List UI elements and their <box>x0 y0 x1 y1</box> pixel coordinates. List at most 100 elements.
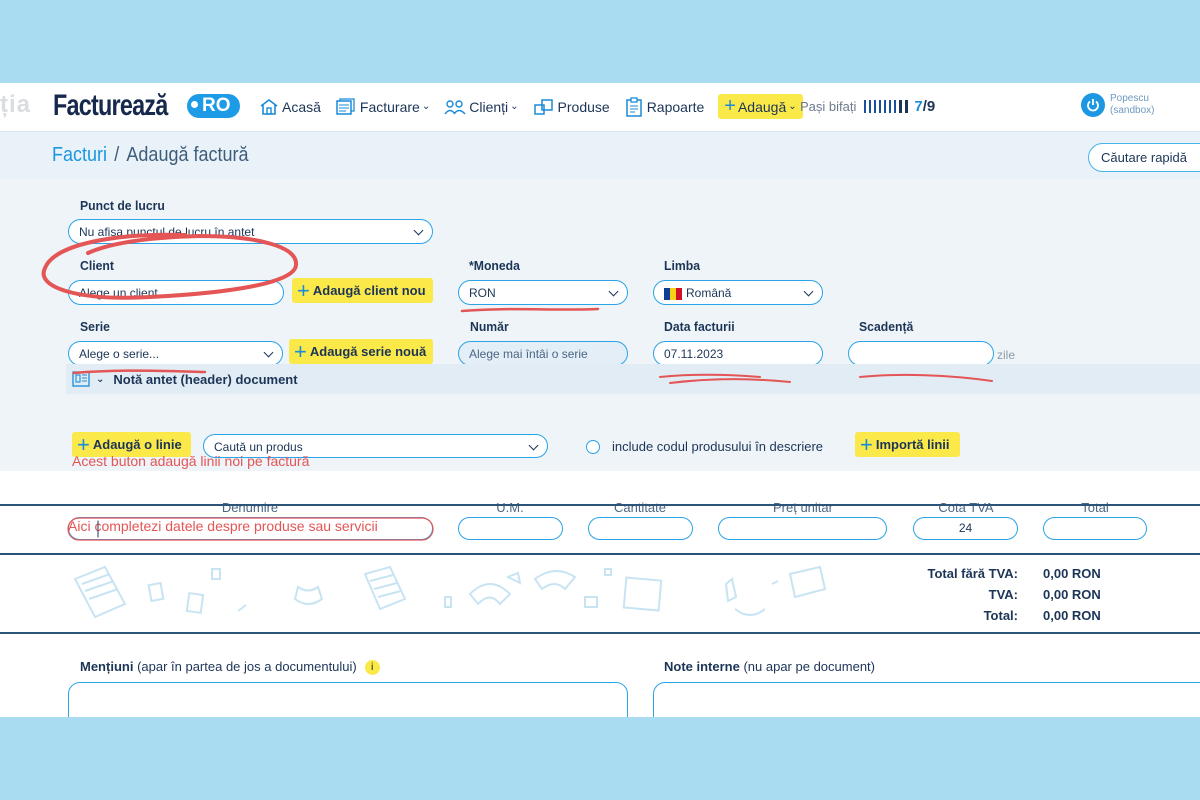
column-header-unit-price: Preț unitar <box>773 500 833 515</box>
clients-icon <box>444 99 466 114</box>
document-header-icon <box>72 371 90 387</box>
invoice-form: Punct de lucru Nu afișa punctul de lucru… <box>0 179 1200 471</box>
row-unit-price-input[interactable] <box>718 517 887 540</box>
app-logo[interactable]: Facturează RO <box>53 89 240 123</box>
user-info: Popescu (sandbox) <box>1110 93 1154 117</box>
chevron-down-icon: ⌄ <box>788 101 797 112</box>
logo-wordmark: Facturează <box>53 89 168 122</box>
nav-home[interactable]: Acasă <box>259 95 321 119</box>
steps-bars <box>864 100 909 113</box>
invoice-stack-icon <box>336 97 355 115</box>
reports-icon <box>625 96 642 117</box>
nav-add-button[interactable]: + Adaugă ⌄ <box>718 94 803 119</box>
decorative-paper-icons <box>73 565 827 619</box>
subtotal-label: Total fără TVA: <box>927 566 1018 581</box>
series-label: Serie <box>80 319 110 334</box>
invoice-date-input[interactable]: 07.11.2023 <box>653 341 823 366</box>
internal-notes-label: Note interne (nu apar pe document) <box>664 659 875 674</box>
currency-label: *Moneda <box>469 258 520 273</box>
user-menu[interactable]: Popescu (sandbox) <box>1081 93 1154 117</box>
internal-notes-textarea[interactable] <box>653 682 1200 717</box>
steps-count: 7/9 <box>914 98 936 115</box>
include-code-label: include codul produsului în descriere <box>612 439 824 454</box>
subtotal-value: 0,00 RON <box>1043 566 1101 581</box>
column-header-total: Total <box>1081 500 1109 515</box>
home-icon <box>260 98 278 115</box>
grand-total-label: Total: <box>983 608 1018 623</box>
nav-invoicing-label: Facturare <box>359 98 420 115</box>
nav-add-label: Adaugă <box>737 98 787 115</box>
due-days-input[interactable] <box>848 341 994 366</box>
power-icon <box>1081 93 1105 117</box>
nav-reports[interactable]: Rapoarte <box>624 95 704 119</box>
breadcrumb-separator: / <box>114 144 120 166</box>
include-code-radio[interactable] <box>586 440 600 454</box>
add-series-button[interactable]: + Adaugă serie nouă <box>289 339 433 364</box>
chevron-down-icon <box>803 286 814 297</box>
row-vat-input[interactable]: 24 <box>913 517 1018 540</box>
invoice-app: ția Facturează RO Acasă Facturare ⌄ Clien… <box>0 83 1200 717</box>
annotation-row: Aici completezi datele despre produse sa… <box>68 518 378 534</box>
plus-icon: + <box>77 431 90 457</box>
table-top-divider <box>0 504 1200 506</box>
language-select[interactable]: Română <box>653 280 823 305</box>
page-header: Facturi / Adaugă factură Căutare rapidă <box>0 131 1200 179</box>
header-note-toggle[interactable]: ⌄ Notă antet (header) document <box>66 364 1200 394</box>
client-label: Client <box>80 258 114 273</box>
chevron-down-icon <box>608 286 619 297</box>
breadcrumb: Facturi / Adaugă factură <box>52 144 249 167</box>
table-row-divider <box>0 553 1200 555</box>
add-client-button[interactable]: + Adaugă client nou <box>292 278 433 303</box>
romania-flag-icon <box>664 287 682 300</box>
chevron-down-icon <box>528 440 539 451</box>
workpoint-label: Punct de lucru <box>80 198 165 213</box>
import-lines-button[interactable]: + Importă linii <box>855 432 960 457</box>
series-select[interactable]: Alege o serie... <box>68 341 283 366</box>
invoice-date-label: Data facturii <box>664 319 735 334</box>
user-name: Popescu <box>1110 93 1149 104</box>
plus-icon: + <box>724 95 736 117</box>
vat-total-value: 0,00 RON <box>1043 587 1101 602</box>
breadcrumb-invoices-link[interactable]: Facturi <box>52 144 107 166</box>
nav-clients-label: Clienți <box>469 98 509 115</box>
info-icon[interactable]: i <box>364 660 380 676</box>
client-select[interactable]: Alege un client... <box>68 280 284 305</box>
nav-invoicing[interactable]: Facturare ⌄ <box>335 95 430 119</box>
plus-icon: + <box>297 277 310 303</box>
column-header-quantity: Cantitate <box>613 500 667 515</box>
totals-divider <box>0 632 1200 634</box>
user-environment: (sandbox) <box>1110 105 1155 116</box>
number-input[interactable]: Alege mai întâi o serie <box>458 341 628 366</box>
chevron-down-icon: ⌄ <box>421 101 431 112</box>
chevron-down-icon <box>413 225 424 236</box>
onboarding-progress[interactable]: Pași bifați 7/9 <box>800 98 935 115</box>
nav-clients[interactable]: Clienți ⌄ <box>444 95 519 119</box>
top-navigation-bar: ția Facturează RO Acasă Facturare ⌄ Clien… <box>0 83 1200 131</box>
vat-total-label: TVA: <box>988 587 1018 602</box>
workpoint-select[interactable]: Nu afișa punctul de lucru în antet <box>68 219 433 244</box>
mentions-textarea[interactable] <box>68 682 628 717</box>
chevron-down-icon <box>263 347 274 358</box>
products-icon <box>533 98 553 115</box>
faded-previous-text: ția <box>0 91 32 118</box>
mentions-label: Mențiuni (apar în partea de jos a docume… <box>80 659 380 676</box>
nav-products-label: Produse <box>557 98 610 115</box>
row-unit-input[interactable] <box>458 517 563 540</box>
due-label: Scadență <box>859 319 914 334</box>
nav-home-label: Acasă <box>282 98 321 115</box>
page-title: Adaugă factură <box>126 144 249 166</box>
column-header-unit: U.M. <box>496 500 524 515</box>
chevron-down-icon: ⌄ <box>96 373 105 385</box>
grand-total-value: 0,00 RON <box>1043 608 1101 623</box>
row-quantity-input[interactable] <box>588 517 693 540</box>
row-total-input[interactable] <box>1043 517 1147 540</box>
currency-select[interactable]: RON <box>458 280 628 305</box>
logo-badge: RO <box>187 94 240 118</box>
column-header-name: Denumire <box>221 500 279 515</box>
plus-icon: + <box>294 338 307 364</box>
quick-search-button[interactable]: Căutare rapidă <box>1088 143 1200 172</box>
steps-label: Pași bifați <box>800 99 857 114</box>
nav-products[interactable]: Produse <box>533 95 610 119</box>
number-label: Număr <box>470 319 509 334</box>
chevron-down-icon: ⌄ <box>510 101 519 112</box>
